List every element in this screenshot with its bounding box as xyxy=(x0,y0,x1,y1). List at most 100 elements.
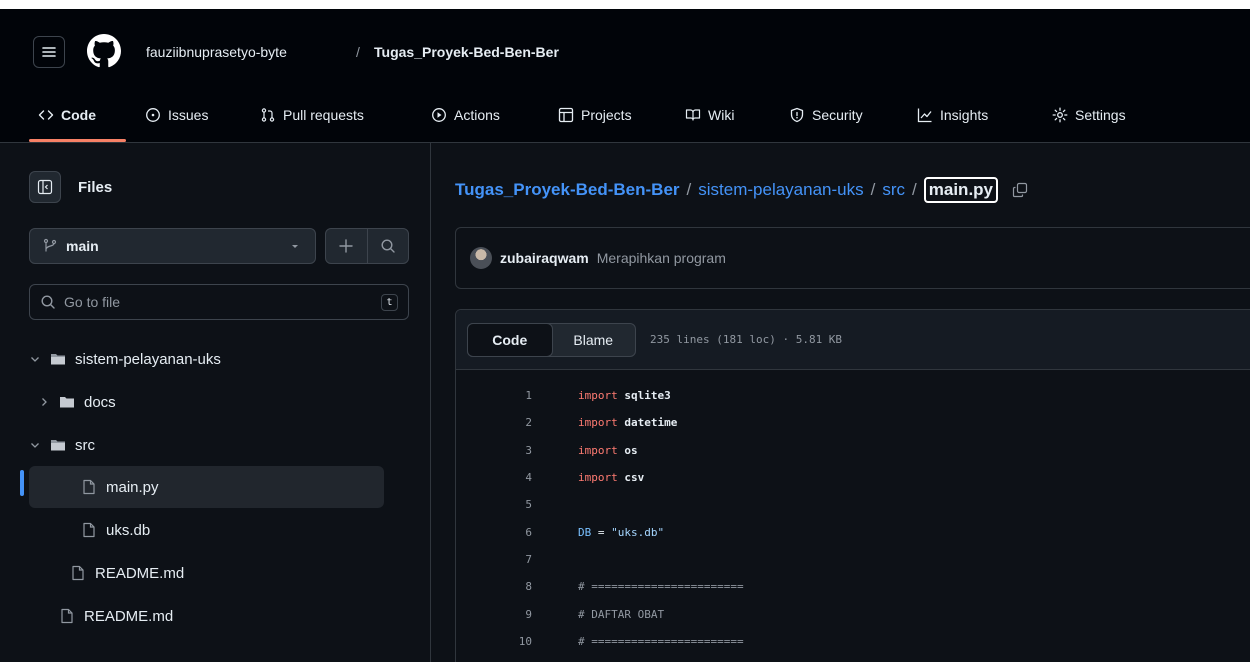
line-content: # ======================= xyxy=(578,635,744,648)
hamburger-menu-button[interactable] xyxy=(33,36,65,68)
tree-item-label: main.py xyxy=(106,478,159,496)
line-number[interactable]: 10 xyxy=(456,635,532,648)
breadcrumb-separator: / xyxy=(912,180,917,199)
tab-security[interactable]: Security xyxy=(789,95,863,135)
breadcrumb-current-file: main.py xyxy=(923,177,999,203)
play-icon xyxy=(432,108,446,122)
file-tree-sidebar: Files main Go to file t sistem-pelayanan… xyxy=(0,143,431,662)
commit-author-link[interactable]: zubairaqwam xyxy=(500,250,589,266)
line-number[interactable]: 9 xyxy=(456,608,532,621)
tab-pull-requests[interactable]: Pull requests xyxy=(260,95,364,135)
tab-projects[interactable]: Projects xyxy=(558,95,632,135)
code-line: 10 # ======================= xyxy=(456,628,1250,655)
code-view-button[interactable]: Code xyxy=(467,323,553,357)
operator: = xyxy=(591,525,612,539)
breadcrumb-dir-link[interactable]: sistem-pelayanan-uks xyxy=(698,180,863,200)
keyword: import xyxy=(578,443,618,457)
line-number[interactable]: 5 xyxy=(456,498,532,511)
tab-wiki[interactable]: Wiki xyxy=(685,95,734,135)
tab-code[interactable]: Code xyxy=(38,95,96,135)
tab-label: Projects xyxy=(581,107,632,123)
tree-folder-docs[interactable]: docs xyxy=(29,381,384,423)
hamburger-icon xyxy=(42,47,56,57)
code-viewer-header: Code Blame 235 lines (181 loc) · 5.81 KB xyxy=(456,310,1250,370)
code-viewer: Code Blame 235 lines (181 loc) · 5.81 KB… xyxy=(455,309,1250,662)
comment: # DAFTAR OBAT xyxy=(578,607,665,621)
repo-owner-link[interactable]: fauziibnuprasetyo-byte xyxy=(146,44,287,60)
tab-label: Actions xyxy=(454,107,500,123)
tree-folder-src[interactable]: src xyxy=(29,424,384,466)
line-number[interactable]: 6 xyxy=(456,526,532,539)
go-to-file-input[interactable]: Go to file t xyxy=(29,284,409,320)
folder-open-icon xyxy=(51,354,65,365)
avatar[interactable] xyxy=(470,247,492,269)
commit-message-link[interactable]: Merapihkan program xyxy=(597,250,726,266)
branch-name: main xyxy=(66,238,99,254)
line-number[interactable]: 1 xyxy=(456,389,532,402)
line-number[interactable]: 2 xyxy=(456,416,532,429)
tab-label: Security xyxy=(812,107,863,123)
search-icon xyxy=(41,295,55,309)
copy-icon[interactable] xyxy=(1012,182,1028,198)
tree-item-label: src xyxy=(75,436,95,454)
search-code-button[interactable] xyxy=(366,229,408,263)
identifier: datetime xyxy=(617,416,678,430)
plus-icon xyxy=(339,239,354,253)
chevron-down-icon xyxy=(31,443,39,448)
breadcrumb-separator: / xyxy=(356,44,360,60)
code-blame-toggle: Code Blame xyxy=(467,323,636,357)
file-view: Tugas_Proyek-Bed-Ben-Ber / sistem-pelaya… xyxy=(431,143,1250,662)
string-literal: "uks.db" xyxy=(611,525,665,539)
collapse-sidebar-button[interactable] xyxy=(29,171,61,203)
code-line: 5 xyxy=(456,491,1250,518)
repo-name-link[interactable]: Tugas_Proyek-Bed-Ben-Ber xyxy=(374,44,559,60)
branch-select-button[interactable]: main xyxy=(29,228,316,264)
line-number[interactable]: 3 xyxy=(456,444,532,457)
code-line: 8 # ======================= xyxy=(456,573,1250,600)
line-number[interactable]: 8 xyxy=(456,580,532,593)
tab-label: Issues xyxy=(168,107,209,123)
tree-folder-sistem-pelayanan-uks[interactable]: sistem-pelayanan-uks xyxy=(29,338,384,380)
line-content: # ======================= xyxy=(578,580,744,593)
search-icon xyxy=(381,239,395,253)
github-logo-icon[interactable] xyxy=(87,34,121,68)
code-line: 1 import sqlite3 xyxy=(456,382,1250,409)
code-line: 4 import csv xyxy=(456,464,1250,491)
folder-icon xyxy=(60,397,74,408)
add-file-button[interactable] xyxy=(326,229,367,263)
tree-file-readme-docs[interactable]: README.md xyxy=(29,552,384,594)
tab-actions[interactable]: Actions xyxy=(431,95,500,135)
constant: DB xyxy=(578,525,592,539)
tree-file-readme-root[interactable]: README.md xyxy=(29,595,384,637)
tab-issues[interactable]: Issues xyxy=(145,95,208,135)
tree-file-uks-db[interactable]: uks.db xyxy=(29,509,384,551)
identifier: sqlite3 xyxy=(617,389,671,403)
breadcrumb-separator: / xyxy=(686,180,692,199)
go-to-file-placeholder: Go to file xyxy=(64,294,121,310)
blame-view-button[interactable]: Blame xyxy=(552,324,636,356)
file-icon xyxy=(61,608,73,624)
table-icon xyxy=(558,107,574,123)
code-icon xyxy=(38,110,54,120)
breadcrumb-repo-link[interactable]: Tugas_Proyek-Bed-Ben-Ber xyxy=(455,180,680,200)
tab-insights[interactable]: Insights xyxy=(917,95,988,135)
sidebar-collapse-icon xyxy=(37,179,53,195)
code-lines: 1 import sqlite3 2 import datetime 3 import o… xyxy=(456,370,1250,662)
issue-icon xyxy=(146,108,160,122)
tree-item-label: README.md xyxy=(95,564,185,582)
line-number[interactable]: 4 xyxy=(456,471,532,484)
identifier: os xyxy=(617,443,638,457)
file-info: 235 lines (181 loc) · 5.81 KB xyxy=(650,333,843,346)
breadcrumb-dir-link[interactable]: src xyxy=(882,180,905,200)
gear-icon xyxy=(1052,107,1068,123)
keyword: import xyxy=(578,416,618,430)
tab-settings[interactable]: Settings xyxy=(1052,95,1126,135)
window-top-frame xyxy=(0,0,1250,9)
tab-label: Settings xyxy=(1075,107,1126,123)
file-actions-group xyxy=(325,228,409,264)
tree-file-main-py[interactable]: main.py xyxy=(29,466,384,508)
code-line: 3 import os xyxy=(456,437,1250,464)
code-line: 11DAFTAR_OBAT = [ xyxy=(456,655,1250,662)
line-content: # DAFTAR OBAT xyxy=(578,608,664,621)
line-number[interactable]: 7 xyxy=(456,553,532,566)
